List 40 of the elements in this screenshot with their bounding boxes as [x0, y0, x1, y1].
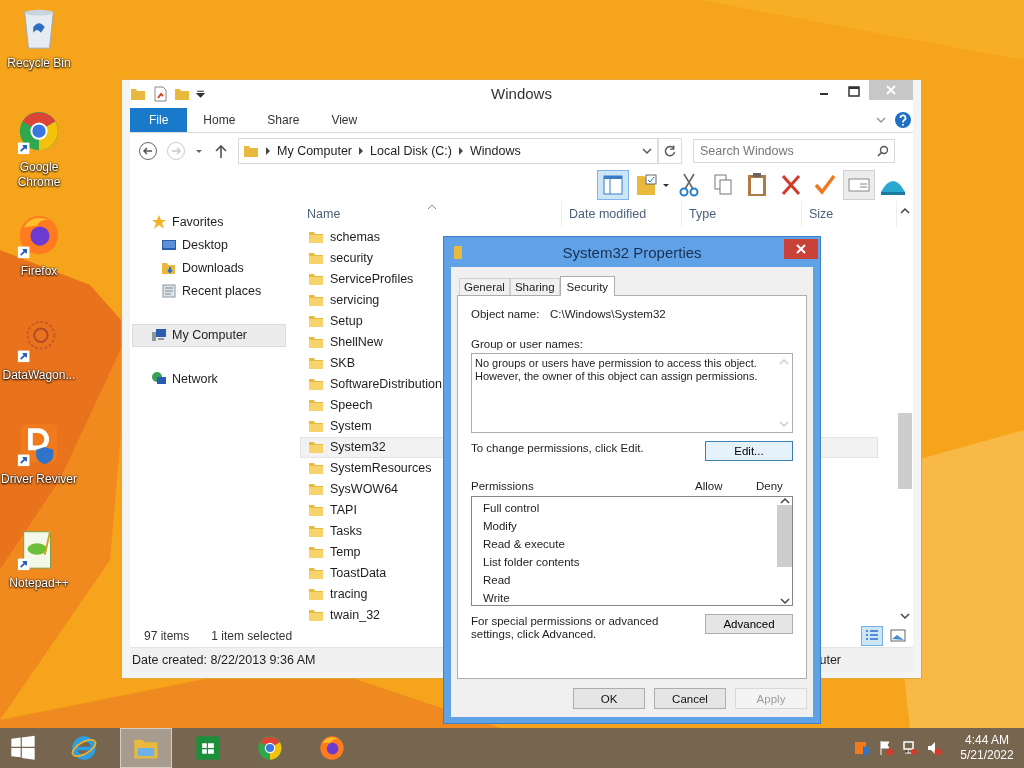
selection-count: 1 item selected: [211, 629, 293, 644]
item-count: 97 items: [144, 629, 190, 644]
permission-item: Read: [482, 573, 512, 588]
file-name: security: [330, 251, 374, 266]
object-name-value: C:\Windows\System32: [550, 308, 666, 322]
file-name: Temp: [330, 545, 361, 560]
file-name: servicing: [330, 293, 380, 308]
file-name: Tasks: [330, 524, 362, 539]
file-name: twain_32: [330, 608, 381, 623]
file-name: tracing: [330, 587, 368, 602]
group-label: Group or user names:: [471, 338, 584, 350]
permission-item: List folder contents: [482, 555, 581, 570]
file-name: ShellNew: [330, 335, 383, 350]
file-name: Speech: [330, 398, 373, 413]
file-name: schemas: [330, 230, 381, 245]
file-name: System: [330, 419, 372, 434]
date-created: Date created: 8/22/2013 9:36 AM: [132, 653, 316, 668]
file-name: ServiceProfiles: [330, 272, 414, 287]
advanced-hint: For special permissions or advanced settings, click Advanced.: [471, 614, 660, 641]
file-name: SoftwareDistribution: [330, 377, 442, 392]
column-header: Deny: [756, 480, 784, 494]
column-header: Allow: [695, 480, 724, 494]
file-name: SysWOW64: [330, 482, 399, 497]
object-name-label: Object name:: [471, 308, 541, 322]
file-name: SystemResources: [330, 461, 432, 476]
file-name: SKB: [330, 356, 355, 371]
file-name: TAPI: [330, 503, 357, 518]
permission-item: Read & execute: [482, 537, 566, 552]
permission-item: Full control: [482, 501, 541, 516]
file-name: System32: [330, 440, 386, 455]
info-text: However, the owner of this object can assign permissions.: [475, 370, 759, 383]
window-title: Windows: [491, 85, 552, 103]
file-name: Setup: [330, 314, 363, 329]
file-name: ToastData: [330, 566, 387, 581]
permission-item: Modify: [482, 519, 518, 534]
change-hint: To change permissions, click Edit.: [471, 441, 644, 454]
info-text: No groups or users have permission to access this object.: [475, 357, 758, 370]
dialog-title: System32 Properties: [562, 243, 702, 261]
permission-item: Write: [482, 591, 511, 606]
permissions-label: Permissions: [471, 480, 535, 494]
